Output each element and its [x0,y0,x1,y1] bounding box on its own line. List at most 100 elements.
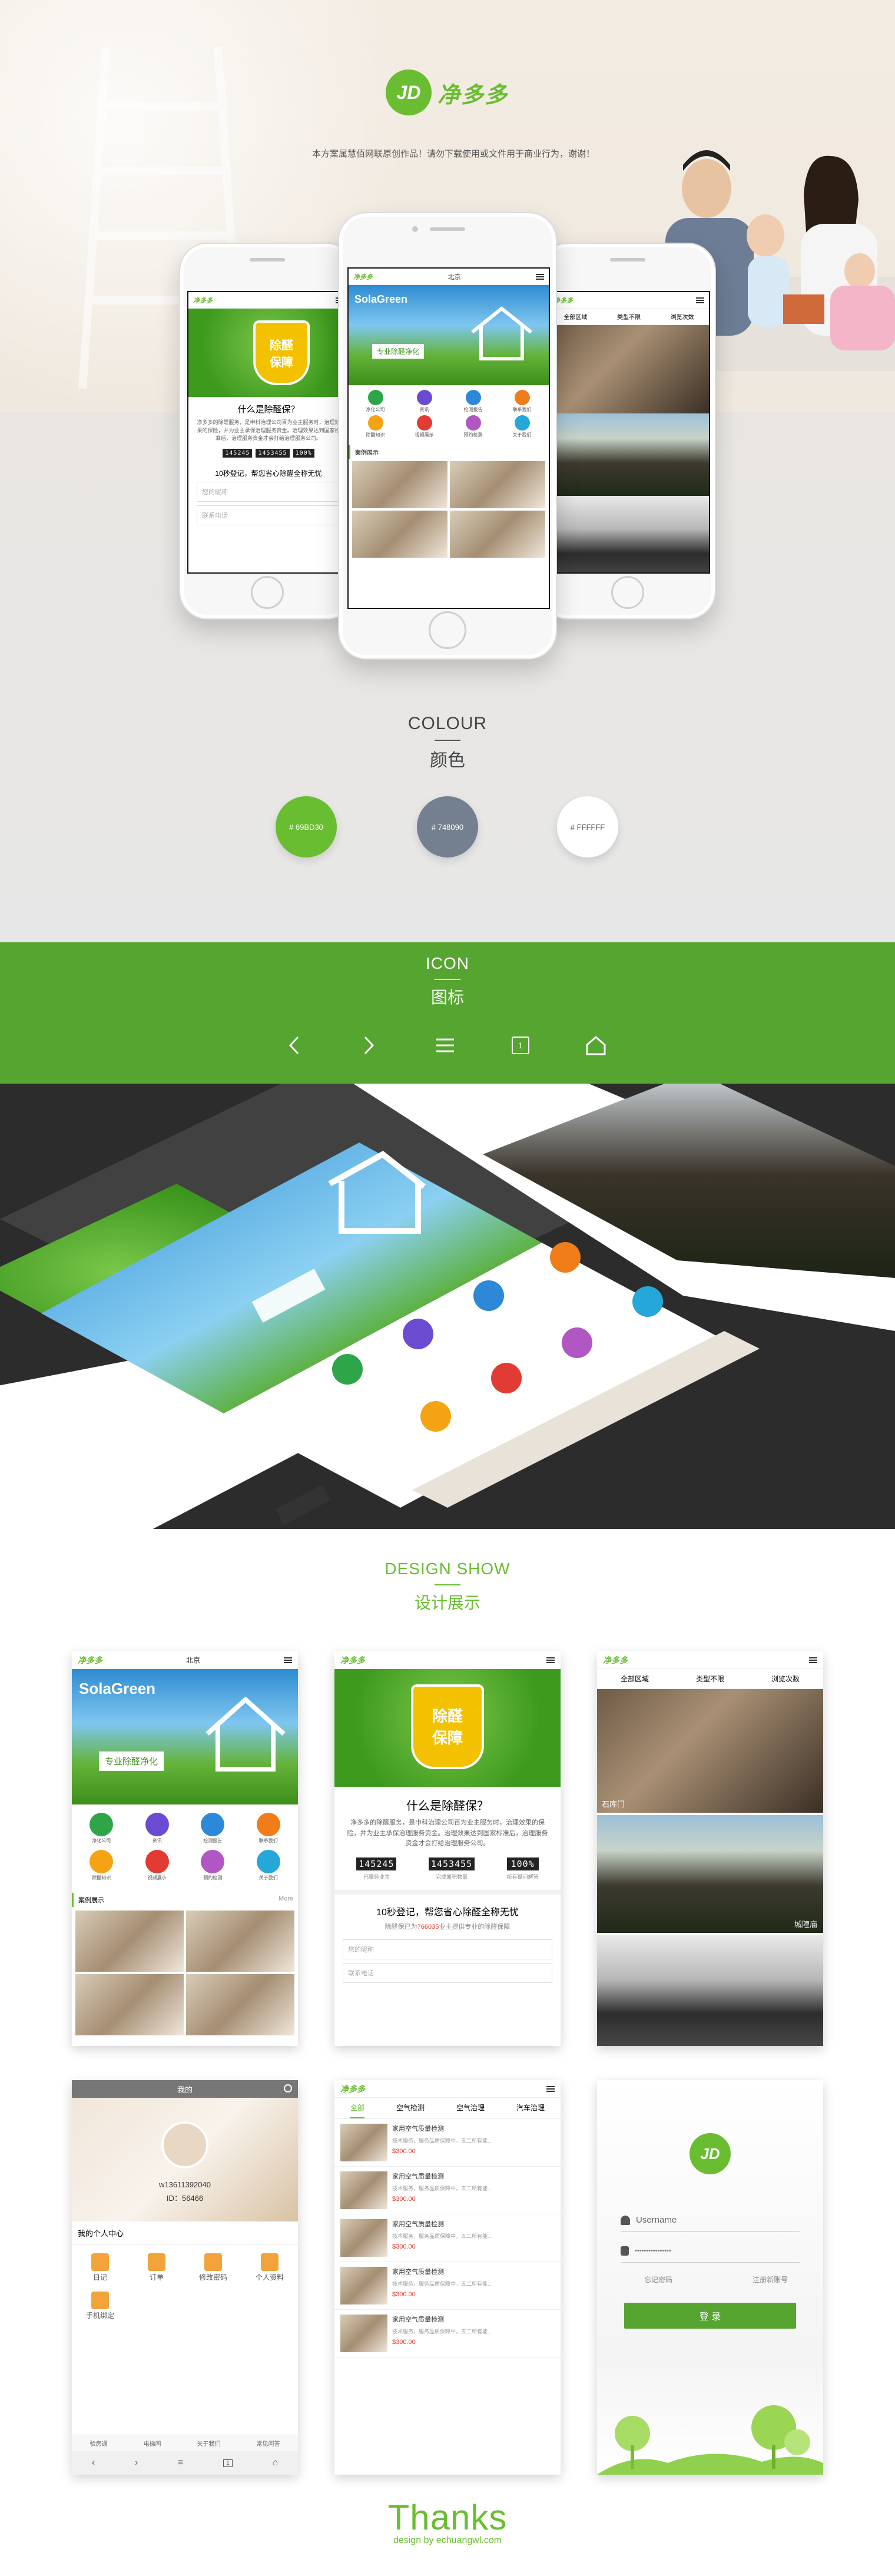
filter-area[interactable]: 全部区域 [563,312,587,321]
home-icon[interactable]: ⌂ [272,2458,278,2468]
phone-field[interactable]: 联系电话 [197,505,340,525]
case-thumb[interactable] [450,461,545,508]
password-icon [204,2253,222,2271]
city-select[interactable]: 北京 [448,272,461,282]
menu-item[interactable]: 关于我们 [244,1850,294,1881]
filter-views[interactable]: 浏览次数 [671,312,694,321]
menu-icon[interactable] [283,1657,292,1663]
filter-views[interactable]: 浏览次数 [771,1674,800,1684]
case-photo[interactable]: 石库门 [597,1689,823,1813]
case-photo[interactable] [597,1935,823,2046]
footer-link[interactable]: 电梯间 [144,2439,161,2448]
name-field[interactable]: 您的昵称 [343,1939,552,1959]
menu-item[interactable]: 净化公司 [77,1813,127,1844]
menu-item[interactable]: 除醛知识 [352,415,399,438]
filter-type[interactable]: 类型不限 [617,312,641,321]
guarantee-badge: 除醛 保障 [253,320,310,385]
phone-right-screen: 净多多 全部区域 类型不限 浏览次数 [548,291,710,574]
case-thumb[interactable] [186,1911,294,1972]
page-number-icon[interactable]: 1 [509,1034,532,1057]
register-link[interactable]: 注册新账号 [753,2274,788,2284]
case-thumb[interactable] [352,461,448,508]
profile-menu-item[interactable]: 个人资料 [241,2253,298,2282]
forward-arrow-icon[interactable]: › [135,2458,138,2468]
menu-icon[interactable] [809,1657,817,1663]
tab-all[interactable]: 全部 [350,2098,364,2118]
menu-item[interactable]: 资讯 [132,1813,183,1844]
tab-car-treatment[interactable]: 汽车治理 [516,2098,545,2118]
brand-logo: JD 净多多 [386,69,508,115]
menu-icon[interactable] [536,273,544,280]
footer-link[interactable]: 常见问答 [257,2439,280,2448]
menu-item[interactable]: 联系我们 [499,390,545,413]
city-select[interactable]: 北京 [186,1655,200,1665]
menu-item[interactable]: 视频展示 [401,415,448,438]
tab-air-test[interactable]: 空气检测 [396,2098,425,2118]
case-thumb[interactable] [186,1974,294,2035]
menu-item[interactable]: 净化公司 [352,390,399,413]
product-item[interactable]: 家用空气质量检测 技术服务，服务品质保障中，五二所有能… $300.00 [334,2167,561,2214]
case-thumb[interactable] [450,511,545,558]
filter-area[interactable]: 全部区域 [621,1674,649,1684]
menu-item[interactable]: 预约检测 [188,1850,238,1881]
more-link[interactable]: More [279,1895,293,1905]
product-item[interactable]: 家用空气质量检测 技术服务，服务品质保障中，五二所有能… $300.00 [334,2214,561,2262]
menu-item[interactable]: 联系我们 [244,1813,294,1844]
page-number-icon[interactable]: 1 [223,2459,233,2467]
case-thumb[interactable] [352,511,448,558]
menu-icon[interactable] [546,2085,555,2092]
login-button[interactable]: 登 录 [624,2303,796,2329]
case-thumb[interactable] [75,1911,184,1972]
avatar[interactable] [161,2121,208,2168]
menu-lines-icon[interactable] [433,1034,457,1057]
tab-air-treatment[interactable]: 空气治理 [456,2098,485,2118]
stat-value: 1453455 [428,1857,475,1870]
back-arrow-icon[interactable] [283,1034,306,1057]
filter-type[interactable]: 类型不限 [696,1674,724,1684]
footer-link[interactable]: 关于我们 [197,2439,221,2448]
profile-menu-item[interactable]: 手机绑定 [72,2292,128,2320]
menu-icon[interactable] [546,1657,555,1663]
forward-arrow-icon[interactable] [357,1034,380,1057]
product-desc: 技术服务，服务品质保障中，五二所有能… [392,2233,493,2239]
product-item[interactable]: 家用空气质量检测 技术服务，服务品质保障中，五二所有能… $300.00 [334,2310,561,2358]
password-field[interactable]: •••••••••••••••• [621,2239,800,2263]
stat-label: 完成面积数量 [436,1873,468,1880]
back-arrow-icon[interactable]: ‹ [92,2458,95,2468]
menu-item[interactable]: 预约检测 [450,415,496,438]
phone-speaker [250,258,285,261]
profile-menu-item[interactable]: 订单 [128,2253,185,2282]
menu-icon[interactable] [696,297,704,303]
case-thumb[interactable] [75,1974,184,2035]
home-menu-grid: 净化公司 资讯 检测报告 联系我们 除醛知识 视频展示 预约检测 关于我们 [349,385,549,443]
product-item[interactable]: 家用空气质量检测 技术服务，服务品质保障中，五二所有能… $300.00 [334,2262,561,2310]
case-photo[interactable] [549,413,709,496]
menu-item-label: 净化公司 [92,1838,111,1843]
forgot-password-link[interactable]: 忘记密码 [644,2274,672,2284]
menu-item[interactable]: 除醛知识 [77,1850,127,1881]
menu-item-label: 资讯 [419,407,429,412]
profile-menu-item[interactable]: 修改密码 [185,2253,241,2282]
menu-item[interactable]: 检测报告 [188,1813,238,1844]
username-field[interactable]: Username [621,2209,800,2232]
menu-item[interactable]: 资讯 [401,390,448,413]
case-photo[interactable]: 城隍庙 [597,1815,823,1933]
product-item[interactable]: 家用空气质量检测 技术服务，服务品质保障中，五二所有能… $300.00 [334,2119,561,2167]
profile-header: 我的 [72,2080,298,2098]
menu-lines-icon[interactable]: ≡ [178,2458,183,2468]
menu-item[interactable]: 关于我们 [499,415,545,438]
menu-item[interactable]: 检测报告 [450,390,496,413]
promo-title: 10秒登记，帮您省心除醛全称无忧 [215,469,322,478]
home-icon[interactable] [584,1034,608,1057]
case-photo[interactable] [549,496,709,572]
profile-menu-item[interactable]: 日记 [72,2253,128,2282]
footer-link[interactable]: 验房通 [90,2439,108,2448]
power-icon[interactable] [284,2084,292,2092]
stat-row: 145245 已服务业主 1453455 完成面积数量 100% 所有疑问解答 [334,1854,561,1884]
menu-item[interactable]: 视频展示 [132,1850,183,1881]
name-field[interactable]: 您的昵称 [197,481,340,502]
colour-title-en: COLOUR [407,714,488,733]
colour-title: COLOUR 颜色 [0,714,895,772]
case-photo[interactable] [549,325,709,413]
phone-field[interactable]: 联系电话 [343,1962,552,1983]
